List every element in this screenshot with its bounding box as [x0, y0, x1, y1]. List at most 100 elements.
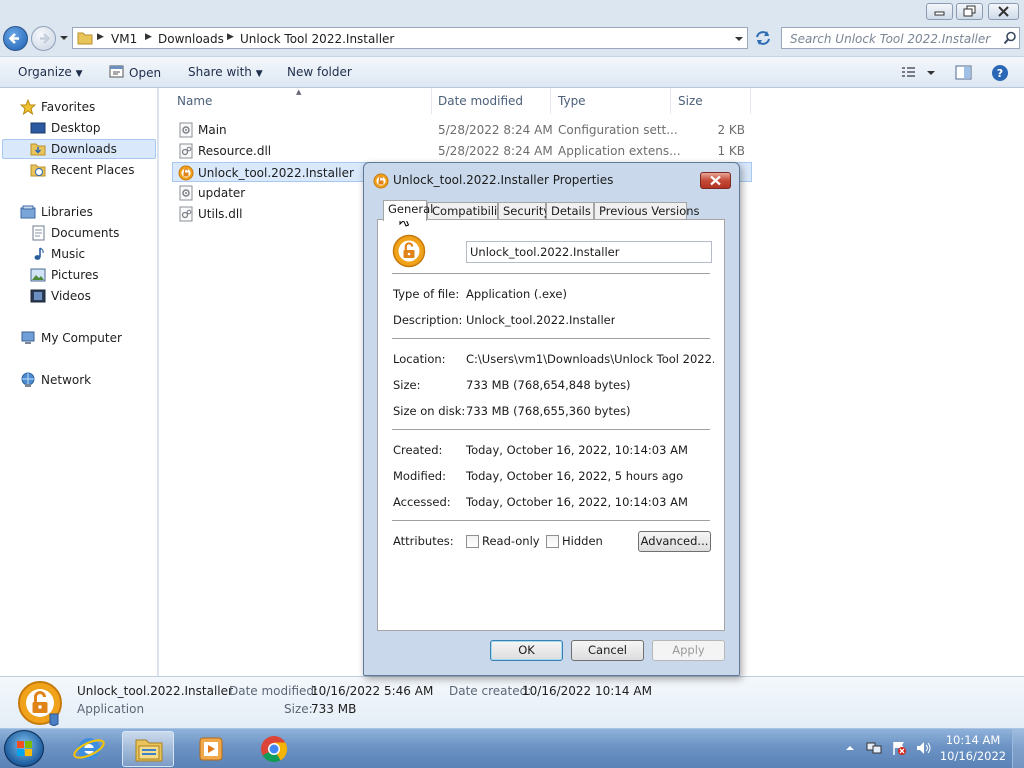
organize-label: Organize	[18, 65, 72, 79]
column-divider[interactable]	[750, 88, 751, 114]
divider	[392, 338, 710, 339]
nav-pictures[interactable]: Pictures	[30, 265, 99, 285]
tray-volume[interactable]	[915, 740, 933, 756]
breadcrumb-vm1[interactable]: VM1	[111, 32, 137, 46]
nav-desktop-label: Desktop	[51, 121, 101, 135]
ok-button[interactable]: OK	[490, 640, 563, 661]
new-folder-button[interactable]: New folder	[287, 65, 352, 79]
tab-security[interactable]: Security	[498, 202, 550, 220]
tray-action-center[interactable]	[891, 740, 907, 756]
tab-general[interactable]: General	[383, 200, 433, 221]
column-header-size[interactable]: Size	[678, 94, 703, 108]
refresh-button[interactable]	[752, 28, 774, 48]
documents-icon	[32, 225, 45, 241]
type-of-file-label: Type of file:	[393, 287, 460, 301]
breadcrumb-downloads[interactable]: Downloads	[158, 32, 224, 46]
breadcrumb-current-folder[interactable]: Unlock Tool 2022.Installer	[240, 32, 394, 46]
taskbar-chrome[interactable]	[248, 731, 300, 767]
chevron-down-icon	[60, 36, 68, 40]
nav-videos[interactable]: Videos	[30, 286, 91, 306]
show-hidden-icons-button[interactable]	[845, 741, 855, 755]
cancel-button[interactable]: Cancel	[571, 640, 644, 661]
help-button[interactable]: ?	[991, 64, 1009, 82]
taskbar: 10:14 AM 10/16/2022	[0, 728, 1024, 768]
back-button[interactable]	[3, 26, 28, 51]
file-row-resource-dll[interactable]: Resource.dll 5/28/2022 8:24 AM Applicati…	[173, 141, 753, 161]
nav-downloads[interactable]: Downloads	[30, 139, 117, 159]
details-date-created-label: Date created:	[449, 684, 532, 698]
change-view-button[interactable]	[900, 65, 940, 81]
preview-pane-button[interactable]	[955, 65, 973, 81]
media-player-icon	[199, 737, 223, 761]
show-desktop-button[interactable]	[1012, 729, 1024, 768]
start-button[interactable]	[4, 730, 44, 767]
forward-button[interactable]	[31, 26, 56, 51]
description-value: Unlock_tool.2022.Installer	[466, 313, 616, 327]
tab-previous-versions[interactable]: Previous Versions	[594, 202, 700, 220]
column-divider[interactable]	[431, 88, 432, 114]
hidden-checkbox[interactable]	[546, 535, 559, 548]
details-file-type: Application	[77, 702, 145, 716]
recent-pages-dropdown[interactable]	[58, 31, 70, 45]
column-header-name[interactable]: Name	[177, 94, 212, 108]
location-label: Location:	[393, 352, 446, 366]
column-divider[interactable]	[670, 88, 671, 114]
read-only-checkbox[interactable]	[466, 535, 479, 548]
size-on-disk-value: 733 MB (768,655,360 bytes)	[466, 404, 631, 418]
tray-network[interactable]	[866, 740, 882, 756]
taskbar-internet-explorer[interactable]	[63, 731, 115, 767]
nav-favorites-label: Favorites	[41, 100, 96, 114]
internet-explorer-icon	[73, 738, 105, 760]
file-name-field[interactable]: Unlock_tool.2022.Installer	[466, 241, 712, 263]
nav-my-computer[interactable]: My Computer	[20, 328, 122, 348]
created-value: Today, October 16, 2022, 10:14:03 AM	[466, 443, 688, 457]
column-divider[interactable]	[550, 88, 551, 114]
advanced-button[interactable]: Advanced...	[638, 531, 711, 552]
tab-details[interactable]: Details	[546, 202, 594, 220]
divider	[392, 520, 710, 521]
address-bar[interactable]: ▶ VM1 ▶ Downloads ▶ Unlock Tool 2022.Ins…	[72, 27, 748, 49]
unlock-app-icon	[373, 173, 389, 189]
nav-network[interactable]: Network	[20, 370, 91, 390]
modified-value: Today, October 16, 2022, 5 hours ago	[466, 469, 684, 483]
nav-favorites[interactable]: Favorites	[20, 97, 95, 117]
close-window-button[interactable]	[988, 3, 1019, 20]
minimize-button[interactable]	[926, 3, 953, 20]
organize-button[interactable]: Organize ▼	[18, 65, 83, 79]
clock[interactable]: 10:14 AM 10/16/2022	[938, 732, 1008, 766]
nav-music[interactable]: Music	[30, 244, 85, 264]
file-date: 5/28/2022 8:24 AM	[438, 144, 553, 158]
nav-libraries[interactable]: Libraries	[20, 202, 93, 222]
details-size: 733 MB	[311, 702, 357, 716]
search-input[interactable]: Search Unlock Tool 2022.Installer	[781, 27, 1020, 49]
apply-button[interactable]: Apply	[652, 640, 725, 661]
close-icon	[998, 6, 1009, 17]
read-only-label: Read-only	[482, 534, 540, 548]
taskbar-windows-explorer[interactable]	[122, 731, 174, 767]
nav-documents[interactable]: Documents	[30, 223, 119, 243]
details-pane: Unlock_tool.2022.Installer Application D…	[0, 676, 1024, 728]
breadcrumb-separator-icon: ▶	[145, 32, 152, 42]
open-button[interactable]: Open	[109, 65, 161, 80]
accessed-label: Accessed:	[393, 495, 451, 509]
tab-compatibility[interactable]: Compatibility	[427, 202, 509, 220]
file-name: Resource.dll	[198, 144, 272, 158]
clock-date: 10/16/2022	[939, 749, 1007, 763]
dialog-close-button[interactable]	[700, 172, 731, 189]
restore-button[interactable]	[956, 3, 983, 20]
column-header-date-modified[interactable]: Date modified	[438, 94, 523, 108]
breadcrumb-separator-icon: ▶	[227, 32, 234, 42]
details-date-created: 10/16/2022 10:14 AM	[522, 684, 652, 698]
taskbar-media-player[interactable]	[185, 731, 237, 767]
nav-recent-places-label: Recent Places	[51, 163, 135, 177]
navigation-pane: Favorites Desktop Downloads Recent Place…	[0, 88, 158, 676]
address-dropdown-icon[interactable]	[733, 32, 745, 46]
share-with-button[interactable]: Share with ▼	[188, 65, 263, 79]
videos-icon	[30, 289, 46, 303]
description-label: Description:	[393, 313, 463, 327]
nav-desktop[interactable]: Desktop	[30, 118, 101, 138]
nav-downloads-label: Downloads	[51, 142, 117, 156]
column-header-type[interactable]: Type	[558, 94, 586, 108]
file-row-main[interactable]: Main 5/28/2022 8:24 AM Configuration set…	[173, 120, 753, 140]
nav-recent-places[interactable]: Recent Places	[30, 160, 134, 180]
